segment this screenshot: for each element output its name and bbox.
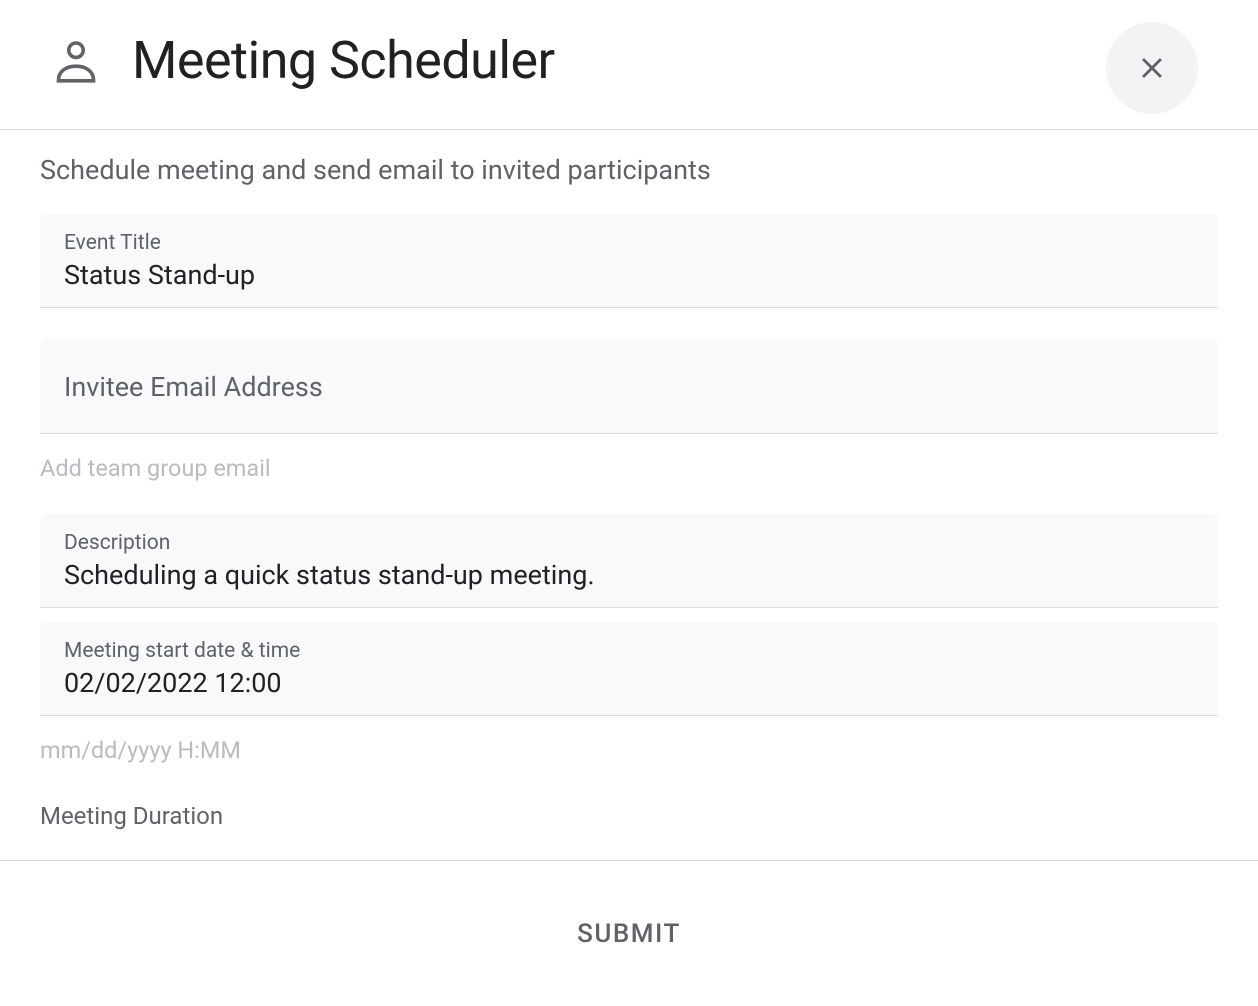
- start-datetime-label: Meeting start date & time: [64, 639, 1194, 663]
- close-button[interactable]: [1106, 22, 1198, 114]
- form-content: Schedule meeting and send email to invit…: [0, 130, 1258, 840]
- submit-button[interactable]: SUBMIT: [553, 907, 705, 961]
- description-label: Description: [64, 531, 1194, 555]
- event-title-field[interactable]: Event Title: [40, 214, 1218, 308]
- form-subtitle: Schedule meeting and send email to invit…: [40, 154, 1218, 186]
- dialog-title: Meeting Scheduler: [132, 30, 555, 91]
- dialog-footer: SUBMIT: [0, 860, 1258, 1006]
- start-datetime-field[interactable]: Meeting start date & time: [40, 622, 1218, 716]
- start-datetime-helper: mm/dd/yyyy H:MM: [40, 736, 1218, 764]
- start-datetime-input[interactable]: [64, 667, 1194, 699]
- dialog-header: Meeting Scheduler: [0, 0, 1258, 130]
- invitee-email-helper: Add team group email: [40, 454, 1218, 482]
- invitee-email-field[interactable]: Invitee Email Address: [40, 340, 1218, 434]
- close-icon: [1135, 51, 1169, 85]
- invitee-email-label: Invitee Email Address: [64, 371, 1194, 403]
- person-icon: [48, 33, 104, 89]
- event-title-label: Event Title: [64, 231, 1194, 255]
- description-input[interactable]: [64, 559, 1194, 591]
- duration-label: Meeting Duration: [40, 802, 1218, 830]
- description-field[interactable]: Description: [40, 514, 1218, 608]
- event-title-input[interactable]: [64, 259, 1194, 291]
